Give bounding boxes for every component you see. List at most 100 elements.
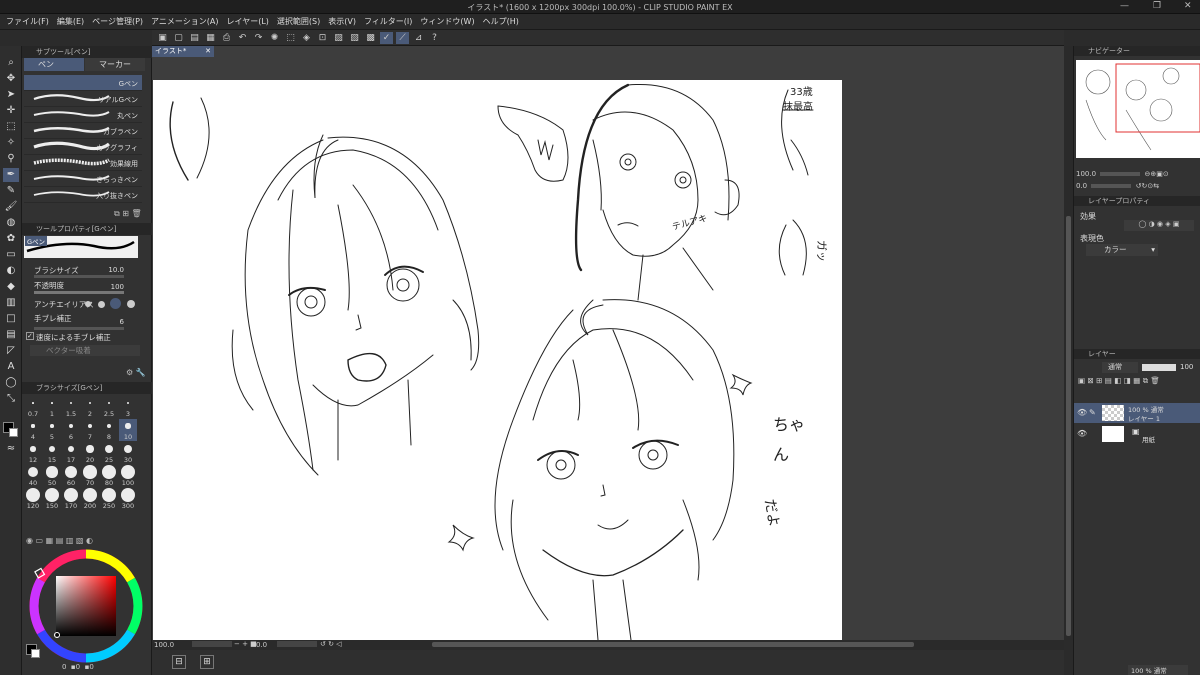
new-icon[interactable]: ▢ [172, 32, 185, 44]
tab-pen[interactable]: ペン [24, 58, 84, 71]
eyedropper-icon[interactable]: ⚲ [3, 152, 19, 166]
menu-animation[interactable]: アニメーション(A) [151, 16, 218, 27]
deselect-icon[interactable]: ▨ [332, 32, 345, 44]
brush-size-cell[interactable]: 2.5 [100, 396, 118, 418]
operation-tool-icon[interactable]: ➤ [3, 88, 19, 102]
sub-color-swatch[interactable] [9, 428, 18, 437]
color-wheel[interactable] [28, 548, 144, 664]
snap-ruler-icon[interactable]: ✓ [380, 31, 393, 44]
brush-size-cell[interactable]: 50 [43, 465, 61, 487]
vertical-scrollbar[interactable] [1064, 46, 1073, 640]
brush-size-value[interactable]: 10.0 [74, 266, 124, 274]
navigator-zoom-icons[interactable]: ⊖⊕▣⊙ [1145, 170, 1169, 178]
layer-opacity-slider[interactable] [1142, 364, 1176, 371]
open-icon[interactable]: ▤ [188, 32, 201, 44]
close-icon[interactable]: ✕ [1184, 1, 1192, 11]
selection-tool-icon[interactable]: ⬚ [3, 120, 19, 134]
fill-icon[interactable]: ◈ [300, 32, 313, 44]
layer-opacity-value[interactable]: 100 [1180, 363, 1193, 371]
brush-size-cell[interactable]: 300 [119, 488, 137, 510]
expression-dropdown[interactable]: カラー ▾ [1086, 244, 1158, 256]
zoom-controls-icons[interactable]: − + ■ [234, 640, 257, 648]
correct-line-icon[interactable]: ⤡ [3, 392, 19, 406]
brush-size-cell[interactable]: 5 [43, 419, 61, 441]
brush-size-cell[interactable]: 12 [24, 442, 42, 464]
navigator-rotate-icons[interactable]: ↺↻⊙⇆ [1136, 182, 1159, 190]
brush-size-cell[interactable]: 200 [81, 488, 99, 510]
brush-size-cell[interactable]: 170 [62, 488, 80, 510]
brush-size-cell[interactable]: 1.5 [62, 396, 80, 418]
navigator-zoom-slider[interactable] [1100, 172, 1141, 176]
pen-lock-icon[interactable]: ✎ [1089, 408, 1096, 417]
navigator-angle-slider[interactable] [1091, 184, 1132, 188]
toolprop-settings-icon[interactable]: ⚙ 🔧 [126, 368, 146, 377]
fill-tool-icon[interactable]: ◆ [3, 280, 19, 294]
navigator-angle[interactable]: 0.0 [1076, 182, 1087, 190]
zoom-tool-icon[interactable]: ⌕ [3, 56, 19, 70]
print-icon[interactable]: ⎙ [220, 32, 233, 44]
brush-size-cell[interactable]: 6 [62, 419, 80, 441]
zoom-slider[interactable] [192, 641, 232, 647]
blend-mode-dropdown[interactable]: 通常 [1102, 362, 1138, 373]
vector-snap-dropdown[interactable]: ベクター吸着 [30, 345, 140, 356]
magic-wand-icon[interactable]: ✧ [3, 136, 19, 150]
text-tool-icon[interactable]: A [3, 360, 19, 374]
maximize-icon[interactable]: ❐ [1153, 1, 1161, 11]
zoom-value[interactable]: 100.0 [154, 641, 174, 649]
help-icon[interactable]: ? [428, 32, 441, 44]
document-tab[interactable]: イラスト* ✕ [152, 46, 214, 57]
snap-special-icon[interactable]: ⟋ [396, 31, 409, 44]
tab-marker[interactable]: マーカー [85, 58, 145, 71]
close-tab-icon[interactable]: ✕ [205, 46, 211, 57]
navigator-zoom[interactable]: 100.0 [1076, 170, 1096, 178]
brush-g-pen[interactable]: Gペン [24, 75, 142, 91]
brush-maru-pen[interactable]: 丸ペン [24, 107, 142, 123]
eraser-icon[interactable]: ▭ [3, 248, 19, 262]
effect-buttons[interactable]: ◯ ◑ ◉ ◈ ▣ [1124, 220, 1194, 231]
menu-edit[interactable]: 編集(E) [57, 16, 84, 27]
brush-real-g-pen[interactable]: リアルGペン [24, 91, 142, 107]
angle-slider[interactable] [277, 641, 317, 647]
sub-color-chip[interactable] [31, 649, 40, 658]
layer-move-icon[interactable]: ✛ [3, 104, 19, 118]
layer-row-1[interactable]: 👁 ✎ 100 % 通常 レイヤー 1 [1074, 403, 1200, 423]
show-selection-icon[interactable]: ▩ [364, 32, 377, 44]
brush-size-cell[interactable]: 120 [24, 488, 42, 510]
frame-view-icon[interactable]: ⊞ [200, 655, 214, 669]
drawing-paper[interactable]: 33歳 抹最高 テルアキ ガッ ちゃ ん だよ [153, 80, 842, 641]
brush-size-cell[interactable]: 15 [43, 442, 61, 464]
brush-size-cell[interactable]: 4 [24, 419, 42, 441]
subtool-actions-icons[interactable]: ⧉ ⊞ 🗑 [114, 209, 142, 219]
brush-tool-icon[interactable]: 🖌 [3, 200, 19, 214]
decoration-icon[interactable]: ✿ [3, 232, 19, 246]
navigator-preview[interactable] [1076, 60, 1200, 158]
brush-size-cell[interactable]: 25 [100, 442, 118, 464]
gallery-icon[interactable]: ▣ [156, 32, 169, 44]
redo-icon[interactable]: ↷ [252, 32, 265, 44]
antialias-options[interactable] [83, 298, 139, 310]
layer-action-icons[interactable]: ▣ ⊠ ⊞ ▤ ◧ ◨ ▦ ⧉ 🗑 [1078, 376, 1200, 386]
brush-size-cell[interactable]: 70 [81, 465, 99, 487]
visibility-eye-icon[interactable]: 👁 [1077, 408, 1087, 417]
figure-icon[interactable]: □ [3, 312, 19, 326]
color-tabs[interactable]: ◉ ▭ ▦ ▤ ▥ ▧ ◐ [26, 536, 146, 546]
menu-window[interactable]: ウィンドウ(W) [420, 16, 474, 27]
brush-size-cell[interactable]: 60 [62, 465, 80, 487]
menu-filter[interactable]: フィルター(I) [364, 16, 412, 27]
brush-effect-line[interactable]: 効果線用 [24, 155, 142, 171]
blend-icon[interactable]: ◐ [3, 264, 19, 278]
brush-size-cell[interactable]: 30 [119, 442, 137, 464]
airbrush-icon[interactable]: ◍ [3, 216, 19, 230]
brush-kabura-pen[interactable]: カブラペン [24, 123, 142, 139]
ruler-icon[interactable]: ◸ [3, 344, 19, 358]
brush-size-cell[interactable]: 17 [62, 442, 80, 464]
menu-help[interactable]: ヘルプ(H) [483, 16, 519, 27]
brush-size-cell[interactable]: 100 [119, 465, 137, 487]
brush-size-cell[interactable]: 1 [43, 396, 61, 418]
clear-icon[interactable]: ⬚ [284, 32, 297, 44]
brush-size-cell[interactable]: 250 [100, 488, 118, 510]
opacity-slider[interactable] [34, 291, 124, 294]
brush-size-cell[interactable]: 3 [119, 396, 137, 418]
canvas-view-icon[interactable]: ⊟ [172, 655, 186, 669]
brush-size-slider[interactable] [34, 275, 124, 278]
